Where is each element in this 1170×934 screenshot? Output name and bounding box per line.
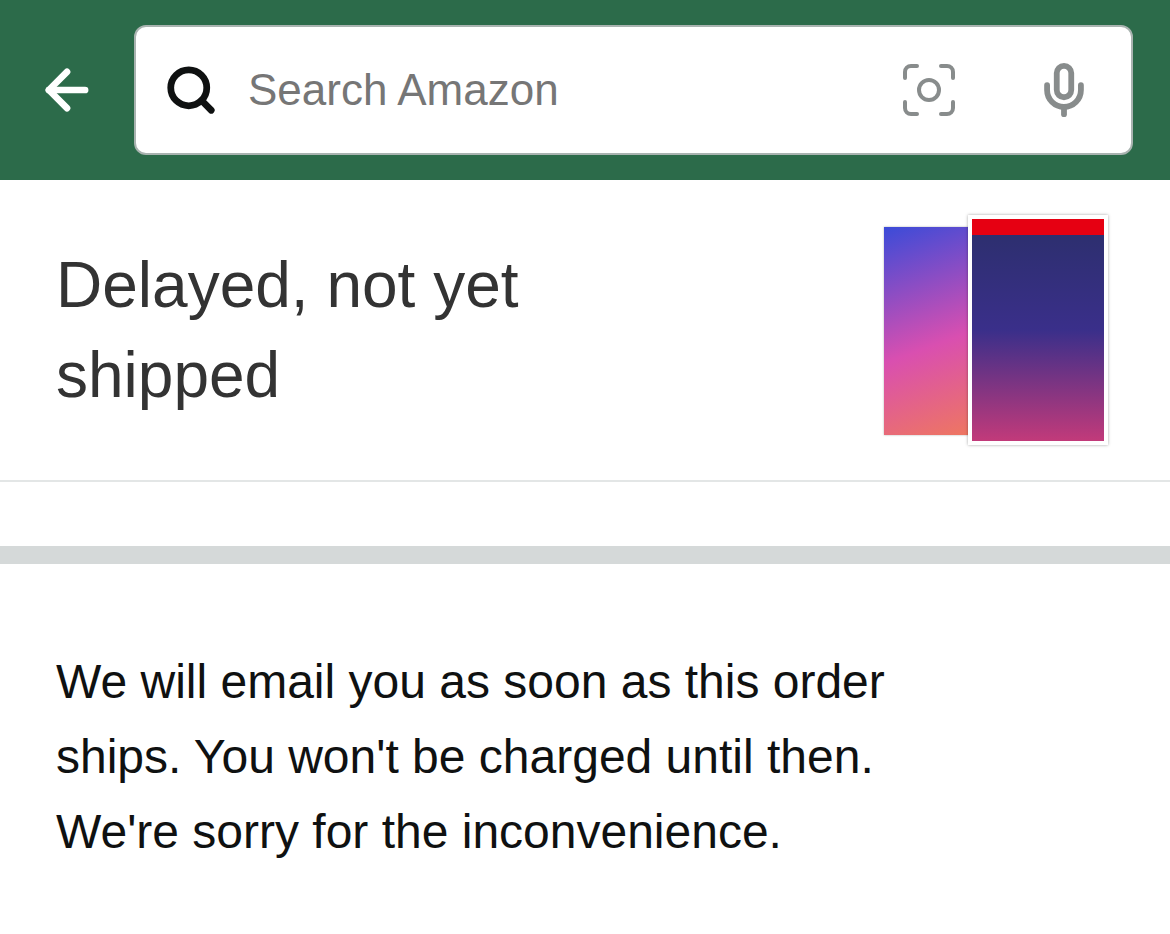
message-line: ships. You won't be charged until then. <box>56 719 1114 794</box>
status-line: Delayed, not yet <box>56 240 519 330</box>
delay-message: We will email you as soon as this orders… <box>56 644 1114 869</box>
order-page: Delayed, not yetshipped We will email you… <box>0 0 1170 934</box>
search-input[interactable] <box>246 64 873 116</box>
back-button[interactable] <box>36 59 98 121</box>
product-front-cover <box>968 215 1108 445</box>
back-arrow-icon <box>36 59 98 121</box>
message-section: We will email you as soon as this orders… <box>0 564 1170 869</box>
search-icon <box>164 63 218 117</box>
search-box <box>134 25 1133 155</box>
section-divider <box>0 546 1170 564</box>
camera-search-icon <box>901 62 957 118</box>
spacer <box>0 482 1170 546</box>
top-bar <box>0 0 1170 180</box>
message-line: We're sorry for the inconvenience. <box>56 794 1114 869</box>
order-status: Delayed, not yetshipped <box>0 180 1170 482</box>
status-title: Delayed, not yetshipped <box>56 240 519 420</box>
camera-search-button[interactable] <box>901 62 957 118</box>
voice-search-button[interactable] <box>1035 61 1093 119</box>
product-image[interactable] <box>884 215 1110 445</box>
status-line: shipped <box>56 330 519 420</box>
message-line: We will email you as soon as this order <box>56 644 1114 719</box>
microphone-icon <box>1035 61 1093 119</box>
switch-band <box>972 219 1104 235</box>
